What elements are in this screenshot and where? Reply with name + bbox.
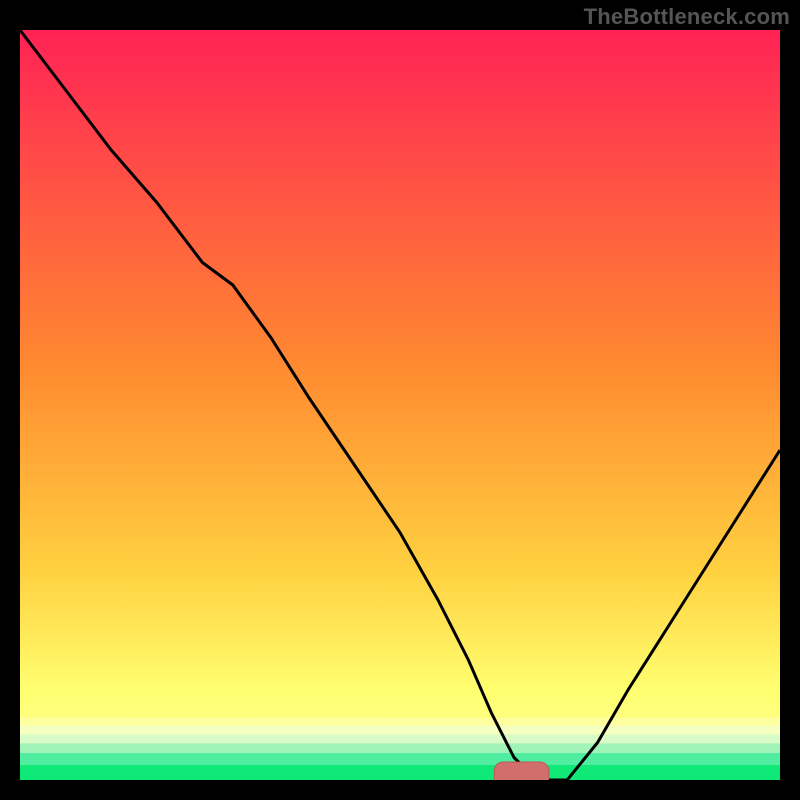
bottom-bands [20,718,780,780]
gradient-background [20,30,780,780]
watermark-text: TheBottleneck.com [584,4,790,30]
chart-svg [20,30,780,780]
plot-area [20,30,780,780]
chart-container: TheBottleneck.com [0,0,800,800]
optimal-marker [494,762,549,780]
